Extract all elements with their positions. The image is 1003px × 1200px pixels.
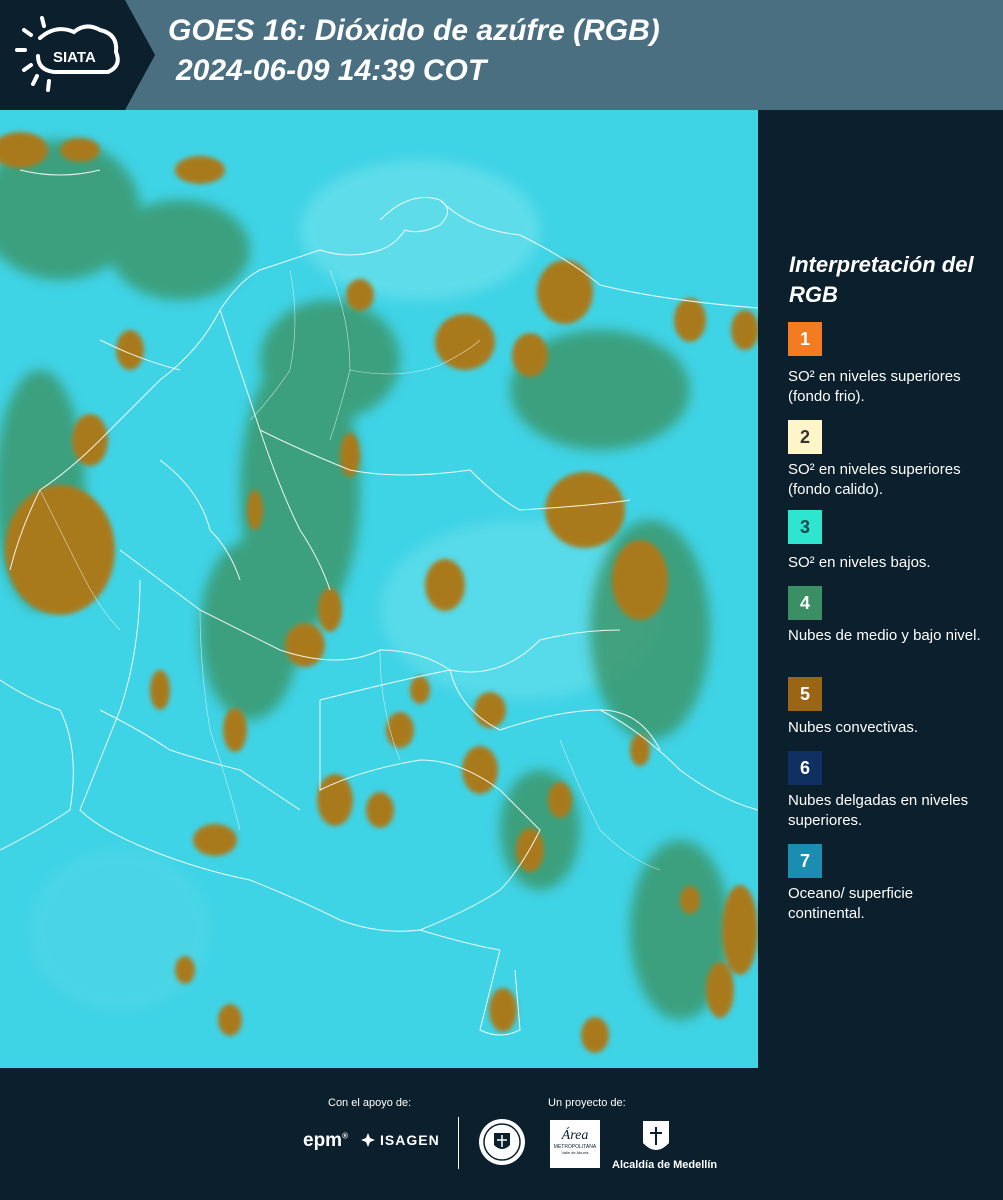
project-label: Un proyecto de:	[548, 1097, 626, 1109]
legend-swatch-2: 2	[788, 420, 822, 454]
legend-title: Interpretación del RGB	[789, 252, 974, 307]
legend-text-2: SO² en niveles superiores (fondo calido)…	[788, 461, 961, 498]
siata-logo-text: SIATA	[53, 49, 96, 66]
legend-number-5: 5	[799, 683, 810, 704]
legend-text-4: Nubes de medio y bajo nivel.	[788, 627, 981, 644]
footer-divider	[458, 1117, 459, 1169]
isagen-logo: ISAGEN	[360, 1132, 440, 1148]
header-bar: SIATA GOES 16: Dióxido de azúfre (RGB) 2…	[0, 0, 1003, 110]
legend-swatch-1: 1	[788, 322, 822, 356]
legend-number-2: 2	[799, 426, 810, 447]
legend-panel: Interpretación del RGB 1 SO² en niveles …	[760, 110, 1003, 1068]
area-logo-text: Área	[561, 1128, 589, 1143]
isagen-mark-icon	[361, 1133, 375, 1147]
alcaldia-label: Alcaldía de Medellín	[612, 1159, 718, 1171]
page-title: GOES 16: Dióxido de azúfre (RGB)	[168, 14, 660, 47]
legend-number-3: 3	[799, 516, 810, 537]
footer-bar: Con el apoyo de: Un proyecto de: epm® IS…	[0, 1070, 1003, 1200]
legend-swatch-5: 5	[788, 677, 822, 711]
medellin-seal-icon	[479, 1119, 525, 1165]
isagen-logo-text: ISAGEN	[380, 1132, 440, 1148]
satellite-image	[0, 110, 758, 1068]
legend-text-1: SO² en niveles superiores (fondo frio).	[788, 368, 961, 405]
epm-logo: epm®	[303, 1130, 348, 1151]
legend-number-1: 1	[799, 328, 810, 349]
area-logo-sub2: Valle de Aburrá	[561, 1150, 589, 1155]
legend-swatch-7: 7	[788, 844, 822, 878]
legend-number-6: 6	[799, 757, 810, 778]
epm-logo-text: epm	[303, 1130, 343, 1151]
satellite-map[interactable]	[0, 110, 758, 1068]
legend-text-3: SO² en niveles bajos.	[788, 554, 931, 571]
alcaldia-shield-icon	[643, 1121, 669, 1150]
legend-text-5: Nubes convectivas.	[788, 719, 919, 736]
legend-number-4: 4	[799, 592, 810, 613]
support-label: Con el apoyo de:	[328, 1097, 412, 1109]
legend-number-7: 7	[799, 850, 810, 871]
page-timestamp: 2024-06-09 14:39 COT	[176, 54, 487, 87]
siata-sun-icon: SIATA	[15, 16, 120, 92]
siata-logo: SIATA	[0, 0, 155, 110]
legend-text-7: Oceano/ superficie continental.	[788, 885, 914, 922]
legend-swatch-6: 6	[788, 751, 822, 785]
legend-swatch-4: 4	[788, 586, 822, 620]
area-metropolitana-logo: Área METROPOLITANA Valle de Aburrá	[550, 1120, 600, 1168]
legend-swatch-3: 3	[788, 510, 822, 544]
legend-text-6: Nubes delgadas en niveles superiores.	[788, 792, 969, 829]
